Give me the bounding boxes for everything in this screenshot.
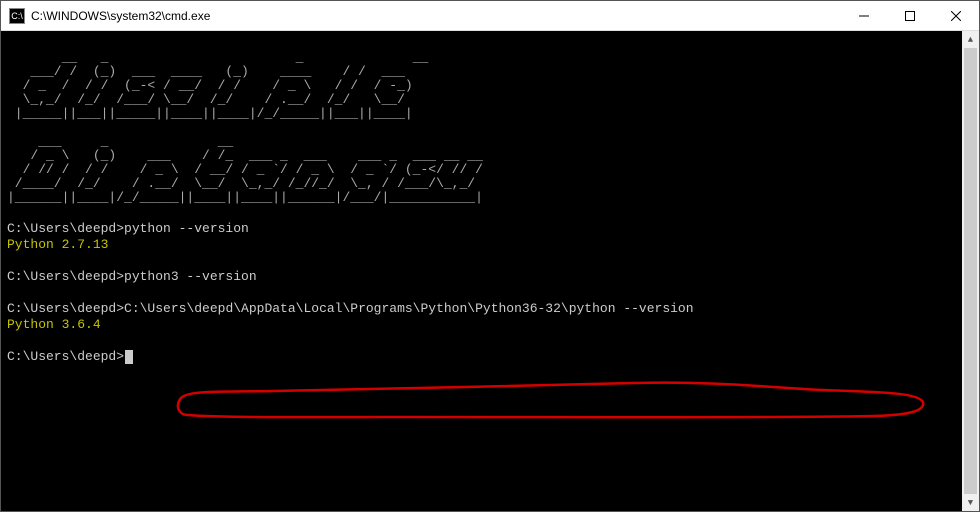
scroll-track[interactable] [962,48,979,494]
close-icon [951,11,961,21]
titlebar[interactable]: C:\ C:\WINDOWS\system32\cmd.exe [1,1,979,31]
scroll-thumb[interactable] [964,48,977,494]
terminal-area: __ _ _ __ ___/ / (_) ___ ____ (_) ____ /… [1,31,979,511]
cmd-icon: C:\ [9,8,25,24]
cmd-window: C:\ C:\WINDOWS\system32\cmd.exe __ _ _ _… [0,0,980,512]
scroll-down-arrow-icon[interactable]: ▼ [962,494,979,511]
minimize-icon [859,11,869,21]
red-circle-annotation [111,364,881,414]
output-python3-version: Python 3.6.4 [7,317,101,332]
maximize-button[interactable] [887,1,933,30]
prompt-line-1: C:\Users\deepd>python --version [7,221,249,236]
window-title: C:\WINDOWS\system32\cmd.exe [31,9,841,23]
scroll-up-arrow-icon[interactable]: ▲ [962,31,979,48]
maximize-icon [905,11,915,21]
cursor [125,350,133,364]
window-controls [841,1,979,30]
output-python2-version: Python 2.7.13 [7,237,108,252]
ascii-art-block: __ _ _ __ ___/ / (_) ___ ____ (_) ____ /… [7,51,956,205]
prompt-line-2: C:\Users\deepd>python3 --version [7,269,257,284]
prompt-line-4: C:\Users\deepd> [7,349,124,364]
prompt-line-3: C:\Users\deepd>C:\Users\deepd\AppData\Lo… [7,301,694,316]
vertical-scrollbar[interactable]: ▲ ▼ [962,31,979,511]
minimize-button[interactable] [841,1,887,30]
close-button[interactable] [933,1,979,30]
terminal[interactable]: __ _ _ __ ___/ / (_) ___ ____ (_) ____ /… [1,31,962,511]
